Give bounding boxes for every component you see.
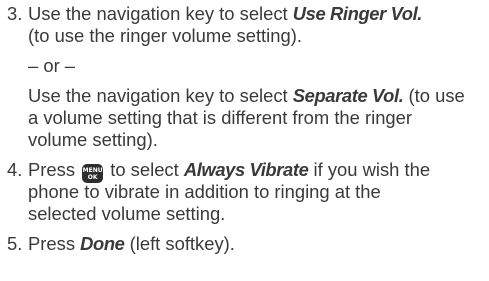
- menu-option-use-ringer-vol: Use Ringer Vol.: [292, 3, 423, 24]
- or-separator: – or –: [28, 55, 76, 76]
- step-4-line-2: phone to vibrate in addition to ringing …: [28, 181, 381, 202]
- step-text: Use the navigation key to select: [28, 3, 293, 24]
- step-3-line-5: volume setting).: [28, 129, 158, 150]
- step-text: to select: [105, 159, 184, 180]
- step-text: (to use: [403, 85, 465, 106]
- instruction-document: 3. Use the navigation key to select Use …: [0, 0, 489, 281]
- step-4-line-3: selected volume setting.: [28, 203, 226, 224]
- key-label-bottom: OK: [87, 174, 98, 181]
- step-5-line-1: Press Done (left softkey).: [28, 233, 235, 255]
- step-3-line-1: Use the navigation key to select Use Rin…: [28, 3, 422, 25]
- step-text: Press: [28, 233, 81, 254]
- key-label-top: MENU: [82, 167, 103, 174]
- step-number: 4.: [7, 159, 23, 180]
- step-4-line-1: Press MENU OK to select Always Vibrate if…: [28, 159, 430, 183]
- menu-option-separate-vol: Separate Vol.: [292, 85, 404, 106]
- step-number: 5.: [7, 233, 23, 254]
- step-3-line-2: (to use the ringer volume setting).: [28, 25, 302, 46]
- menu-option-always-vibrate: Always Vibrate: [183, 159, 309, 180]
- step-text: (left softkey).: [124, 233, 235, 254]
- softkey-done: Done: [80, 233, 125, 254]
- step-text: if you wish the: [308, 159, 431, 180]
- step-3-line-3: Use the navigation key to select Separat…: [28, 85, 465, 107]
- step-text: Press: [28, 159, 81, 180]
- step-number: 3.: [7, 3, 23, 24]
- step-text: Use the navigation key to select: [28, 85, 293, 106]
- step-3-line-4: a volume setting that is different from …: [28, 107, 413, 128]
